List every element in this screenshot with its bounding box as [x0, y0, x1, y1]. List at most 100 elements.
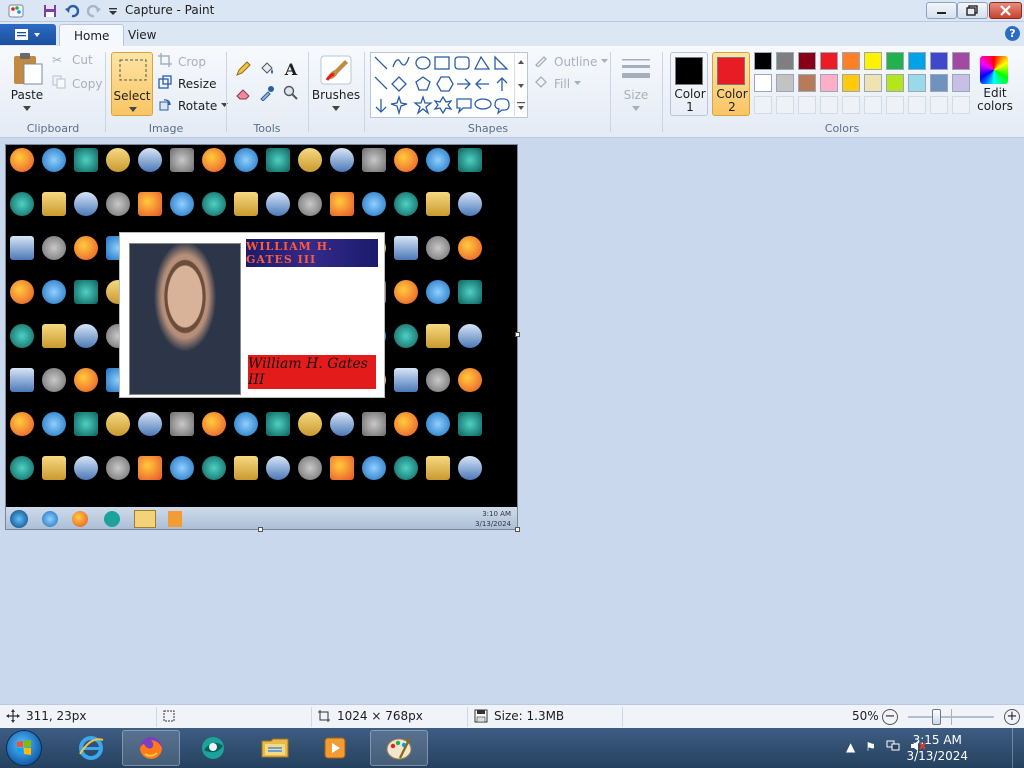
palette-swatch[interactable] — [776, 74, 794, 92]
palette-swatch[interactable] — [798, 96, 816, 114]
palette-swatch[interactable] — [842, 96, 860, 114]
palette-swatch[interactable] — [864, 74, 882, 92]
maximize-button[interactable] — [957, 2, 988, 19]
palette-swatch[interactable] — [820, 96, 838, 114]
help-icon[interactable]: ? — [1005, 26, 1020, 41]
palette-swatch[interactable] — [820, 74, 838, 92]
rounded-callout-shape[interactable] — [456, 98, 472, 115]
redo-icon[interactable] — [86, 3, 102, 19]
five-point-star-shape[interactable] — [413, 94, 433, 115]
line-shape[interactable] — [374, 56, 388, 70]
pencil-tool[interactable] — [233, 59, 253, 79]
drawing-canvas[interactable]: WILLIAM H. GATES III William H. Gates II… — [5, 144, 518, 530]
action-center-flag-icon[interactable]: ⚑ — [865, 740, 876, 755]
palette-swatch[interactable] — [908, 74, 926, 92]
brushes-button[interactable]: Brushes — [312, 52, 360, 118]
six-point-star-shape[interactable] — [433, 95, 453, 115]
canvas-resize-handle-bottom[interactable] — [258, 527, 263, 532]
hexagon-shape[interactable] — [436, 76, 454, 92]
palette-swatch[interactable] — [886, 96, 904, 114]
palette-swatch[interactable] — [798, 52, 816, 70]
palette-swatch[interactable] — [952, 52, 970, 70]
palette-swatch[interactable] — [864, 52, 882, 70]
text-tool[interactable]: A — [281, 59, 301, 79]
start-button[interactable] — [6, 730, 42, 766]
palette-swatch[interactable] — [908, 52, 926, 70]
size-button[interactable]: Size — [616, 52, 656, 118]
rounded-rectangle-shape[interactable] — [454, 56, 470, 70]
left-arrow-shape[interactable] — [475, 78, 489, 90]
resize-button[interactable]: Resize — [158, 75, 216, 92]
close-button[interactable] — [989, 2, 1022, 19]
outline-button[interactable]: Outline — [534, 53, 609, 70]
customize-toolbar-icon[interactable] — [108, 3, 124, 19]
right-triangle-shape[interactable] — [494, 55, 509, 70]
system-clock[interactable]: 3:15 AM 3/13/2024 — [906, 732, 968, 764]
palette-swatch[interactable] — [908, 96, 926, 114]
magnifier-tool[interactable] — [281, 83, 301, 103]
show-desktop-button[interactable] — [1012, 728, 1024, 768]
curve-shape[interactable] — [392, 56, 410, 68]
edit-colors-button[interactable]: Edit colors — [975, 52, 1015, 118]
oval-callout-shape[interactable] — [474, 98, 492, 110]
minimize-button[interactable] — [926, 2, 957, 19]
taskbar-supermium[interactable] — [184, 730, 242, 766]
taskbar-file-explorer[interactable] — [246, 730, 304, 766]
drawing-workspace[interactable]: WILLIAM H. GATES III William H. Gates II… — [0, 139, 1024, 704]
cloud-callout-shape[interactable] — [494, 98, 510, 115]
palette-swatch[interactable] — [886, 52, 904, 70]
canvas-resize-handle-right[interactable] — [515, 332, 520, 337]
palette-swatch[interactable] — [952, 74, 970, 92]
fill-button[interactable]: Fill — [534, 75, 582, 92]
fill-tool[interactable] — [257, 59, 277, 79]
palette-swatch[interactable] — [776, 96, 794, 114]
save-icon[interactable] — [42, 3, 58, 19]
triangle-shape[interactable] — [374, 76, 388, 90]
rotate-button[interactable]: Rotate — [158, 97, 229, 114]
eraser-tool[interactable] — [233, 83, 253, 103]
palette-swatch[interactable] — [930, 74, 948, 92]
copy-button[interactable]: Copy — [52, 75, 102, 92]
undo-icon[interactable] — [64, 3, 80, 19]
crop-button[interactable]: Crop — [158, 53, 206, 70]
shapes-scrollbar[interactable] — [514, 54, 527, 116]
palette-swatch[interactable] — [754, 52, 772, 70]
cut-button[interactable]: ✂ Cut — [52, 53, 93, 67]
tab-view[interactable]: View — [114, 24, 170, 46]
palette-swatch[interactable] — [754, 96, 772, 114]
pentagon-shape[interactable] — [415, 76, 431, 91]
taskbar-internet-explorer[interactable] — [62, 730, 120, 766]
palette-swatch[interactable] — [864, 96, 882, 114]
four-point-star-shape[interactable] — [390, 94, 408, 116]
palette-swatch[interactable] — [842, 52, 860, 70]
palette-swatch[interactable] — [798, 74, 816, 92]
taskbar-media-player[interactable] — [306, 730, 364, 766]
select-button[interactable]: Select — [111, 52, 153, 116]
zoom-slider[interactable] — [908, 709, 994, 725]
zoom-out-button[interactable]: − — [882, 709, 898, 725]
color-picker-tool[interactable] — [257, 83, 277, 103]
palette-swatch[interactable] — [820, 52, 838, 70]
right-arrow-shape[interactable] — [457, 78, 471, 90]
rectangle-shape[interactable] — [434, 56, 450, 70]
taskbar-paint[interactable] — [370, 730, 428, 766]
palette-swatch[interactable] — [754, 74, 772, 92]
palette-swatch[interactable] — [776, 52, 794, 70]
color-2-button[interactable]: Color 2 — [712, 52, 750, 116]
palette-swatch[interactable] — [930, 96, 948, 114]
paste-button[interactable]: Paste — [8, 52, 46, 118]
show-hidden-icons-icon[interactable]: ▲ — [846, 740, 855, 755]
zoom-slider-thumb[interactable] — [932, 709, 941, 725]
palette-swatch[interactable] — [842, 74, 860, 92]
zoom-in-button[interactable]: + — [1004, 709, 1020, 725]
taskbar-firefox[interactable] — [122, 730, 180, 766]
palette-swatch[interactable] — [886, 74, 904, 92]
canvas-resize-handle-corner[interactable] — [515, 527, 520, 532]
network-icon[interactable] — [886, 740, 900, 755]
palette-swatch[interactable] — [930, 52, 948, 70]
polygon-shape[interactable] — [473, 55, 491, 70]
file-menu-button[interactable] — [0, 24, 56, 45]
diamond-shape[interactable] — [391, 76, 407, 92]
palette-swatch[interactable] — [952, 96, 970, 114]
up-arrow-shape[interactable] — [496, 77, 508, 91]
